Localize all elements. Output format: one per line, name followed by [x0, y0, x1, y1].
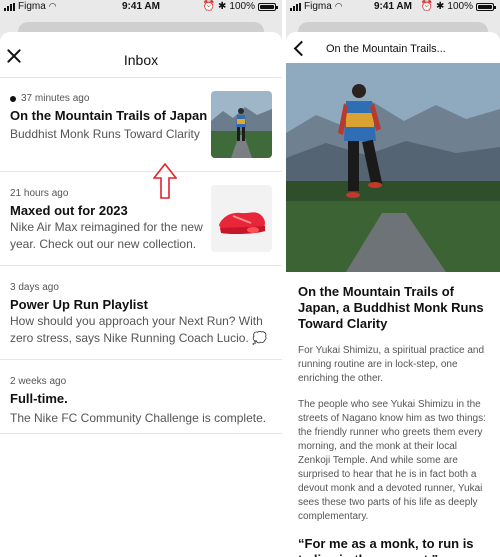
item-meta: 37 minutes ago — [10, 93, 89, 104]
inbox-item[interactable]: 37 minutes ago On the Mountain Trails of… — [0, 78, 282, 172]
article-header-title: On the Mountain Trails... — [326, 43, 446, 55]
status-bar: Figma ◠ 9:41 AM ⏰ ✱ 100% — [0, 0, 282, 16]
item-timestamp: 37 minutes ago — [21, 93, 90, 104]
battery-percent: 100% — [447, 1, 473, 12]
runner-thumbnail — [211, 91, 272, 158]
article-header: On the Mountain Trails... — [286, 32, 500, 63]
item-title: On the Mountain Trails of Japan — [10, 108, 208, 123]
sneaker-thumbnail — [211, 185, 272, 252]
inbox-sheet: Inbox 37 minutes ago On the Mountain Tra… — [0, 32, 282, 557]
item-meta: 3 days ago — [10, 282, 59, 293]
item-timestamp: 3 days ago — [10, 282, 59, 293]
item-title: Power Up Run Playlist — [10, 297, 148, 312]
battery-percent: 100% — [229, 1, 255, 12]
alarm-icon: ⏰ — [420, 1, 434, 12]
item-meta: 2 weeks ago — [10, 376, 66, 387]
article-headline: On the Mountain Trails of Japan, a Buddh… — [298, 284, 484, 331]
inbox-item[interactable]: 21 hours ago Maxed out for 2023 Nike Air… — [0, 172, 282, 266]
article-screen: Figma ◠ 9:41 AM ⏰ ✱ 100% On the Mountain… — [286, 0, 500, 557]
article-paragraph: For Yukai Shimizu, a spiritual practice … — [298, 345, 485, 384]
battery-icon — [258, 2, 278, 11]
inbox-screen: Figma ◠ 9:41 AM ⏰ ✱ 100% Inbox 37 minute… — [0, 0, 282, 557]
battery-icon — [476, 2, 496, 11]
article-pull-quote: “For me as a monk, to run is to live in … — [298, 536, 474, 557]
item-title: Maxed out for 2023 — [10, 203, 128, 218]
status-right-group: ⏰ ✱ 100% — [202, 1, 278, 12]
item-title: Full-time. — [10, 391, 68, 406]
unread-dot-icon — [10, 95, 16, 102]
article-hero-image — [286, 63, 500, 272]
status-right-group: ⏰ ✱ 100% — [420, 1, 496, 12]
item-body: The Nike FC Community Challenge is compl… — [10, 411, 267, 425]
inbox-item[interactable]: 2 weeks ago Full-time. The Nike FC Commu… — [0, 360, 282, 434]
inbox-title: Inbox — [123, 52, 159, 68]
article-paragraph: The people who see Yukai Shimizu in the … — [298, 399, 486, 522]
item-meta: 21 hours ago — [10, 188, 68, 199]
inbox-item[interactable]: 3 days ago Power Up Run Playlist How sho… — [0, 266, 282, 360]
article-body: On the Mountain Trails of Japan, a Buddh… — [286, 272, 500, 557]
alarm-icon: ⏰ — [202, 1, 216, 12]
bluetooth-icon: ✱ — [436, 1, 445, 12]
status-bar: Figma ◠ 9:41 AM ⏰ ✱ 100% — [286, 0, 500, 16]
item-timestamp: 21 hours ago — [10, 188, 69, 199]
item-body: Buddhist Monk Runs Toward Clarity — [10, 127, 200, 141]
item-timestamp: 2 weeks ago — [10, 376, 67, 387]
back-chevron-icon[interactable] — [292, 41, 306, 55]
item-body: Nike Air Max reimagined for the new year… — [10, 220, 203, 251]
bluetooth-icon: ✱ — [218, 1, 227, 12]
inbox-header: Inbox — [0, 32, 282, 78]
item-body: How should you approach your Next Run? W… — [10, 314, 268, 345]
